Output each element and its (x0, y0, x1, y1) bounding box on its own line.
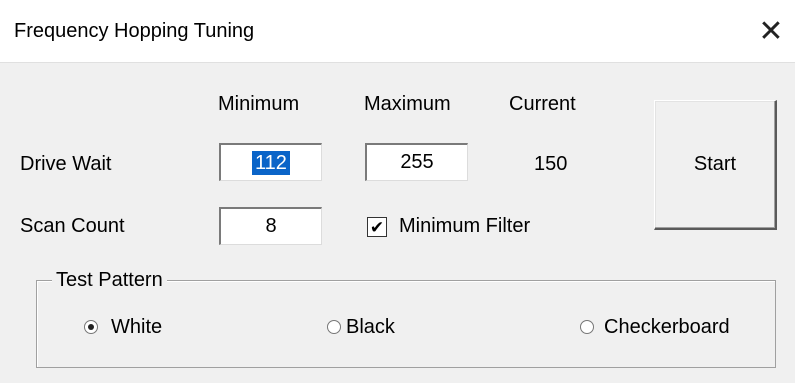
scan-count-value: 8 (265, 215, 277, 237)
minimum-filter-label[interactable]: Minimum Filter (399, 215, 530, 238)
minimum-filter-checkbox[interactable]: ✔ (367, 217, 387, 237)
start-button-label: Start (693, 153, 737, 175)
drive-wait-label: Drive Wait (20, 153, 112, 175)
drive-wait-minimum-value: 112 (252, 150, 290, 175)
column-header-current: Current (509, 93, 576, 115)
close-icon[interactable]: ✕ (751, 12, 791, 52)
radio-selected-dot-icon (88, 324, 94, 330)
radio-white[interactable] (84, 320, 98, 334)
drive-wait-maximum-field[interactable]: 255 (365, 143, 468, 181)
drive-wait-current-value: 150 (534, 153, 568, 175)
test-pattern-legend: Test Pattern (52, 269, 167, 292)
radio-checkerboard-label[interactable]: Checkerboard (604, 316, 730, 339)
radio-black-label[interactable]: Black (346, 316, 395, 339)
scan-count-field[interactable]: 8 (219, 207, 322, 245)
scan-count-label: Scan Count (20, 215, 125, 237)
drive-wait-maximum-value: 255 (400, 151, 434, 173)
column-header-minimum: Minimum (218, 93, 300, 115)
radio-white-label[interactable]: White (111, 316, 162, 339)
title-bar: Frequency Hopping Tuning ✕ (0, 0, 795, 62)
drive-wait-minimum-field[interactable]: 112 (219, 143, 322, 181)
radio-black[interactable] (327, 320, 341, 334)
window-title: Frequency Hopping Tuning (14, 20, 255, 42)
start-button[interactable]: Start (654, 100, 777, 230)
column-header-maximum: Maximum (364, 93, 451, 115)
checkmark-icon: ✔ (369, 217, 385, 237)
radio-checkerboard[interactable] (580, 320, 594, 334)
